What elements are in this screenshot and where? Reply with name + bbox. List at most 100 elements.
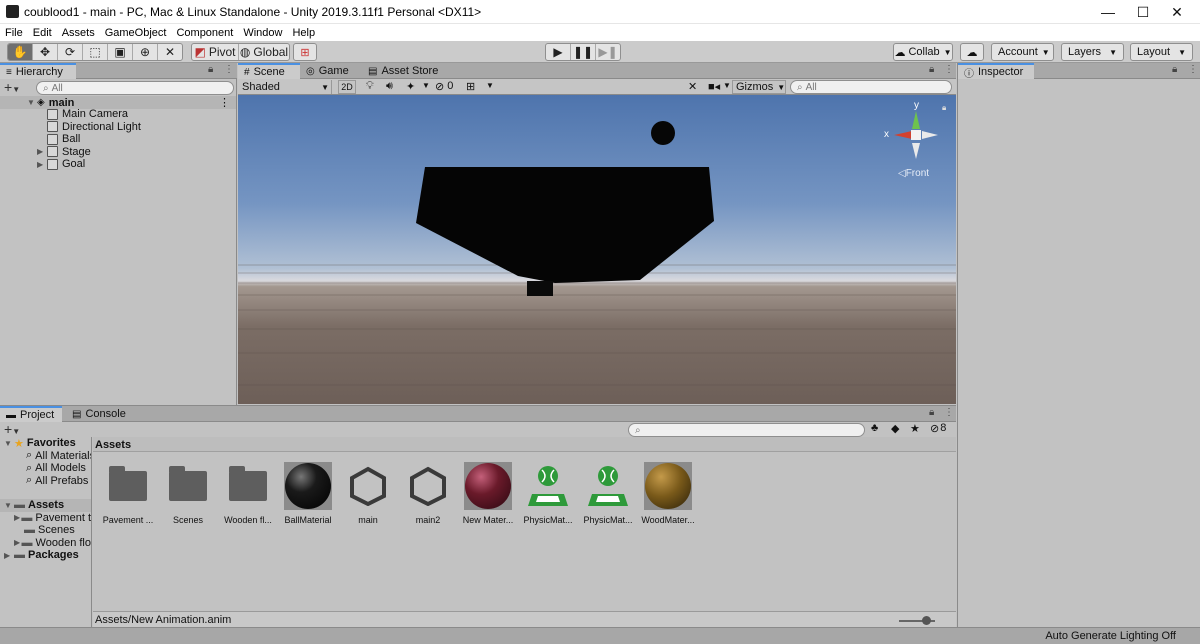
snap-toggle-icon[interactable]: ⊞ <box>293 43 317 61</box>
project-search-input[interactable]: ⌕ <box>628 423 865 437</box>
create-plus-icon[interactable]: +▼ <box>4 421 20 437</box>
menu-window[interactable]: Window <box>238 27 287 39</box>
hierarchy-item-main-camera[interactable]: Main Camera <box>0 108 236 121</box>
tab-hierarchy[interactable]: ≡ Hierarchy <box>0 63 76 79</box>
cloud-services-icon[interactable]: ☁ <box>960 43 984 61</box>
breadcrumb-assets[interactable]: Assets <box>95 439 131 451</box>
menu-file[interactable]: File <box>0 27 28 39</box>
scene-search-input[interactable]: ⌕ All <box>790 80 952 94</box>
lighting-toggle-icon[interactable]: 💡︎ <box>366 80 374 93</box>
tab-project[interactable]: ▬ Project <box>0 406 62 422</box>
layers-dropdown[interactable]: Layers ▼ <box>1061 43 1124 61</box>
menu-help[interactable]: Help <box>287 27 320 39</box>
gizmo-lock-icon[interactable]: 🔒︎ <box>942 103 946 113</box>
menu-gameobject[interactable]: GameObject <box>100 27 172 39</box>
effects-toggle-icon[interactable]: ✦ <box>406 80 415 93</box>
asset-scene[interactable]: main2 <box>398 462 458 527</box>
favorite-star-icon[interactable]: ★ <box>910 422 920 435</box>
folder-icon <box>229 466 267 501</box>
expand-arrow-icon[interactable]: ▶ <box>37 160 47 169</box>
tab-inspector[interactable]: ⓘ Inspector <box>958 63 1034 80</box>
asset-folder[interactable]: Pavement ... <box>98 462 158 527</box>
panel-menu-icon[interactable]: ⋮ <box>1188 64 1198 75</box>
hierarchy-item-ball[interactable]: Ball <box>0 133 236 146</box>
tab-console[interactable]: ▤ Console <box>66 406 130 422</box>
lighting-status[interactable]: Auto Generate Lighting Off <box>1045 630 1176 642</box>
account-dropdown[interactable]: Account ▼ <box>991 43 1054 61</box>
tab-asset-store[interactable]: ▤ Asset Store <box>362 63 442 79</box>
view-label[interactable]: ◁Front <box>898 168 929 179</box>
panel-menu-icon[interactable]: ⋮ <box>944 407 954 418</box>
menu-assets[interactable]: Assets <box>57 27 100 39</box>
favorite-all-models[interactable]: ⌕ All Models <box>0 462 91 475</box>
pause-icon[interactable]: ❚❚ <box>571 44 596 60</box>
filter-label-icon[interactable]: ◆ <box>891 422 899 435</box>
lock-icon[interactable]: 🔒︎ <box>929 407 934 418</box>
hand-tool-icon[interactable]: ✋ <box>8 44 33 60</box>
hidden-objects-toggle[interactable]: ⊘ 0 <box>435 80 453 93</box>
hierarchy-item-goal[interactable]: ▶ Goal <box>0 158 236 171</box>
lock-icon[interactable]: 🔒︎ <box>1172 64 1177 75</box>
favorite-all-materials[interactable]: ⌕ All Materials <box>0 450 91 463</box>
global-button[interactable]: ◍ Global <box>239 44 289 60</box>
pivot-button[interactable]: ◩ Pivot <box>192 44 239 60</box>
effects-dropdown-icon[interactable]: ▼ <box>422 81 430 90</box>
scene-name: main <box>48 96 75 109</box>
assets-folder-pavement[interactable]: ▶ ▬ Pavement t <box>0 512 91 525</box>
panel-menu-icon[interactable]: ⋮ <box>944 64 954 75</box>
layout-dropdown[interactable]: Layout ▼ <box>1130 43 1193 61</box>
close-button[interactable]: ✕ <box>1154 0 1200 24</box>
panel-menu-icon[interactable]: ⋮ <box>224 64 234 75</box>
move-tool-icon[interactable]: ✥ <box>33 44 58 60</box>
grid-toggle-icon[interactable]: ⊞ <box>466 80 475 93</box>
grid-dropdown-icon[interactable]: ▼ <box>486 81 494 90</box>
transform-tool-icon[interactable]: ⊕ <box>133 44 158 60</box>
rect-tool-icon[interactable]: ▣ <box>108 44 133 60</box>
asset-material[interactable]: WoodMater... <box>638 462 698 527</box>
camera-icon[interactable]: ■◂ <box>708 80 720 93</box>
lock-icon[interactable]: 🔒︎ <box>929 64 934 75</box>
hierarchy-item-stage[interactable]: ▶ Stage <box>0 146 236 159</box>
play-icon[interactable]: ▶ <box>546 44 571 60</box>
audio-toggle-icon[interactable]: 🔊︎ <box>386 80 393 93</box>
2d-toggle-button[interactable]: 2D <box>338 80 356 94</box>
lock-icon[interactable]: 🔒︎ <box>208 64 213 75</box>
gizmos-dropdown[interactable]: Gizmos ▼ <box>732 80 786 94</box>
menu-component[interactable]: Component <box>171 27 238 39</box>
scene-viewport[interactable]: y x 🔒︎ ◁Front <box>238 95 956 404</box>
collab-button[interactable]: ☁ Collab ▼ <box>893 43 953 61</box>
shading-mode-dropdown[interactable]: Shaded ▼ <box>240 80 332 94</box>
favorites-row[interactable]: ▼ ★ Favorites <box>0 437 91 449</box>
hierarchy-search-input[interactable]: ⌕ All <box>36 81 234 95</box>
asset-folder[interactable]: Scenes <box>158 462 218 527</box>
packages-row[interactable]: ▶ ▬ Packages <box>0 549 91 562</box>
favorite-all-prefabs[interactable]: ⌕ All Prefabs <box>0 475 91 488</box>
asset-folder[interactable]: Wooden fl... <box>218 462 278 527</box>
custom-tool-icon[interactable]: ✕ <box>158 44 182 60</box>
expand-arrow-icon[interactable]: ▼ <box>27 98 37 107</box>
layout-label: Layout <box>1137 46 1171 58</box>
hierarchy-item-directional-light[interactable]: Directional Light <box>0 121 236 134</box>
tab-scene[interactable]: # Scene <box>238 63 300 79</box>
tab-game[interactable]: ◎ Game <box>300 63 360 79</box>
asset-scene[interactable]: main <box>338 462 398 527</box>
asset-physic-material[interactable]: PhysicMat... <box>578 462 638 527</box>
step-icon[interactable]: ▶❚ <box>596 44 620 60</box>
expand-arrow-icon[interactable]: ▶ <box>37 147 47 156</box>
assets-folder-scenes[interactable]: ▬ Scenes <box>0 524 91 537</box>
slider-thumb[interactable] <box>922 616 931 625</box>
folder-icon: ▬ <box>21 536 33 549</box>
asset-material[interactable]: New Mater... <box>458 462 518 527</box>
assets-root-row[interactable]: ▼ ▬ Assets <box>0 499 91 512</box>
camera-dropdown-icon[interactable]: ▼ <box>723 81 731 90</box>
rotate-tool-icon[interactable]: ⟳ <box>58 44 83 60</box>
menu-edit[interactable]: Edit <box>28 27 57 39</box>
hidden-packages-toggle[interactable]: ⊘ 8 <box>930 422 946 435</box>
assets-folder-wooden[interactable]: ▶ ▬ Wooden flo <box>0 537 91 550</box>
scale-tool-icon[interactable]: ⬚ <box>83 44 108 60</box>
asset-physic-material[interactable]: PhysicMat... <box>518 462 578 527</box>
create-plus-icon[interactable]: +▼ <box>4 79 20 95</box>
asset-material[interactable]: BallMaterial <box>278 462 338 527</box>
filter-type-icon[interactable]: ♣ <box>871 422 878 434</box>
tools-icon[interactable]: ✕ <box>688 80 697 93</box>
